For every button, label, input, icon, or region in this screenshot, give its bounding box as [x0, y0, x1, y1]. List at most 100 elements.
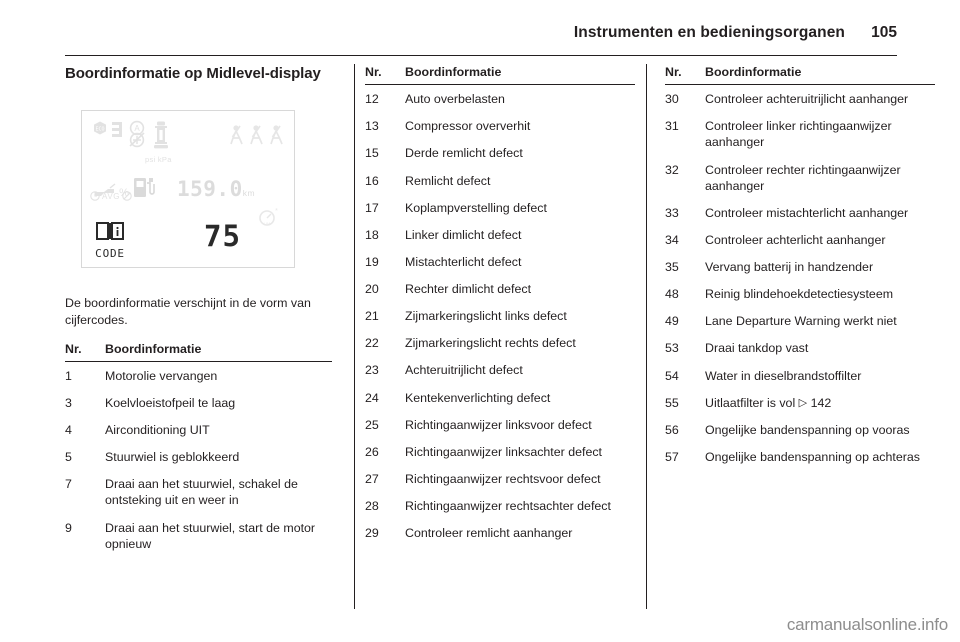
table-row: 5 Stuurwiel is geblokkeerd — [65, 443, 332, 470]
cell-nr: 15 — [365, 146, 379, 161]
svg-text:A: A — [134, 124, 140, 133]
manual-page: Instrumenten en bedieningsorganen 105 Bo… — [0, 0, 960, 642]
table-head: Nr. Boordinformatie — [65, 341, 332, 362]
cell-nr: 1 — [65, 368, 72, 383]
cell-description: Richtingaanwijzer rechtsachter defect — [405, 499, 611, 513]
cell-description: Achteruitrijlicht defect — [405, 363, 523, 378]
cell-nr: 9 — [65, 520, 72, 535]
cell-description: Airconditioning UIT — [105, 423, 210, 438]
cell-nr: 48 — [665, 287, 679, 302]
table-row: 12 Auto overbelasten — [365, 85, 635, 113]
seatbelt-icon — [270, 125, 283, 145]
cell-description: Ongelijke bandenspanning op vooras — [705, 422, 910, 437]
cell-nr: 49 — [665, 314, 679, 329]
lcd-code-number: 75 — [204, 219, 241, 254]
cell-description: Linker dimlicht defect — [405, 227, 522, 242]
cell-description: Draai aan het stuurwiel, start de motor … — [105, 520, 316, 551]
table-row: 21 Zijmarkeringslicht links defect — [365, 302, 635, 329]
cell-nr: 5 — [65, 450, 72, 465]
cell-description: Auto overbelasten — [405, 92, 505, 107]
table-row: 15 Derde remlicht defect — [365, 139, 635, 166]
seatbelt-icon — [250, 125, 263, 145]
svg-text:LIM: LIM — [264, 221, 271, 226]
cell-description: Uitlaatfilter is vol ▷ 142 — [705, 395, 832, 410]
section-title: Boordinformatie op Midlevel-display — [65, 65, 321, 82]
cell-description: Stuurwiel is geblokkeerd — [105, 450, 240, 465]
table-row: 53 Draai tankdop vast — [665, 334, 935, 361]
cell-description: Reinig blindehoekdetectiesysteem — [705, 287, 894, 302]
cell-nr: 18 — [365, 227, 379, 242]
average-symbol-icon — [122, 191, 132, 201]
table-header-row: Nr. Boordinformatie — [665, 64, 935, 85]
cell-nr: 27 — [365, 471, 379, 486]
footer-watermark: carmanualsonline.info — [786, 615, 948, 634]
cell-description: Zijmarkeringslicht rechts defect — [405, 336, 576, 351]
cell-description: Zijmarkeringslicht links defect — [405, 309, 567, 324]
table-head: Nr. Boordinformatie — [365, 64, 635, 85]
table-row: 1 Motorolie vervangen — [65, 361, 332, 389]
cell-nr: 22 — [365, 336, 379, 351]
table-row: 20 Rechter dimlicht defect — [365, 275, 635, 302]
lcd-screen: ECO A psi kPa % AVG 159.0km LIM * CODE 7… — [81, 110, 295, 269]
cell-description: Richtingaanwijzer linksvoor defect — [405, 417, 592, 432]
cell-description: Koelvloeistofpeil te laag — [105, 395, 236, 410]
table-body-two: 12 Auto overbelasten 13 Compressor oververh… — [365, 85, 635, 547]
table-row: 48 Reinig blindehoekdetectiesysteem — [665, 280, 935, 307]
lcd-cruise-indicator: LIM * — [258, 208, 280, 233]
cell-description: Draai tankdop vast — [705, 341, 809, 356]
cell-description: Remlicht defect — [405, 173, 491, 188]
table-head: Nr. Boordinformatie — [665, 64, 935, 85]
cell-nr: 35 — [665, 260, 679, 274]
table-body-three: 30 Controleer achteruitrijlicht aanhanger… — [665, 85, 935, 470]
cell-nr: 26 — [365, 444, 379, 459]
table-row: 18 Linker dimlicht defect — [365, 221, 635, 248]
cell-description: Richtingaanwijzer rechtsvoor defect — [405, 471, 601, 486]
cell-nr: 32 — [665, 162, 679, 177]
info-table-one: Nr. Boordinformatie 1 Motorolie vervangen… — [65, 341, 332, 557]
table-row: 30 Controleer achteruitrijlicht aanhanger — [665, 85, 935, 113]
table-row: 17 Koplampverstelling defect — [365, 194, 635, 221]
cell-nr: 17 — [365, 200, 379, 215]
cross-reference-page: 142 — [807, 395, 832, 410]
cell-nr: 12 — [365, 92, 379, 107]
table-header-row: Nr. Boordinformatie — [65, 341, 332, 362]
page-title: Instrumenten en bedieningsorganen — [573, 24, 845, 41]
lcd-distance-unit: km — [242, 188, 256, 199]
cell-description: Mistachterlicht defect — [405, 254, 522, 269]
table-row: 35 Vervang batterij in handzender — [665, 253, 935, 280]
cell-description: Rechter dimlicht defect — [405, 282, 532, 296]
cell-nr: 34 — [665, 232, 679, 247]
cell-nr: 23 — [365, 363, 379, 378]
cell-nr: 57 — [665, 449, 679, 464]
header-nr: Nr. — [65, 341, 82, 356]
cell-nr: 53 — [665, 341, 679, 356]
cell-nr: 28 — [365, 499, 379, 513]
header-nr: Nr. — [665, 65, 682, 79]
lcd-distance-value: 159.0 — [177, 177, 243, 202]
cell-nr: 31 — [665, 119, 679, 134]
table-row: 16 Remlicht defect — [365, 167, 635, 194]
table-row: 32 Controleer rechter richtingaanwijzer a… — [665, 156, 935, 199]
cell-nr: 16 — [365, 173, 379, 188]
table-row: 13 Compressor oververhit — [365, 112, 635, 139]
table-row: 27 Richtingaanwijzer rechtsvoor defect — [365, 465, 635, 492]
cell-nr: 55 — [665, 395, 679, 410]
cell-description: Water in dieselbrandstoffilter — [705, 368, 862, 383]
table-row: 54 Water in dieselbrandstoffilter — [665, 362, 935, 389]
lcd-average-row: AVG — [90, 191, 132, 201]
column-three: Nr. Boordinformatie 30 Controleer achteru… — [665, 64, 935, 470]
cell-nr: 7 — [65, 477, 72, 492]
cell-description: Draai aan het stuurwiel, schakel de onts… — [105, 477, 298, 508]
manual-book-icon — [96, 222, 124, 241]
cell-nr: 25 — [365, 417, 379, 432]
table-row: 28 Richtingaanwijzer rechtsachter defect — [365, 492, 635, 519]
table-row: 29 Controleer remlicht aanhanger — [365, 519, 635, 546]
cell-nr: 3 — [65, 395, 72, 410]
page-number: 105 — [871, 24, 897, 41]
cell-description: Derde remlicht defect — [405, 146, 523, 161]
cell-nr: 54 — [665, 368, 679, 383]
cell-description: Lane Departure Warning werkt niet — [705, 314, 897, 329]
table-row: 23 Achteruitrijlicht defect — [365, 356, 635, 383]
cell-nr: 30 — [665, 92, 679, 107]
info-table-three: Nr. Boordinformatie 30 Controleer achteru… — [665, 64, 935, 470]
